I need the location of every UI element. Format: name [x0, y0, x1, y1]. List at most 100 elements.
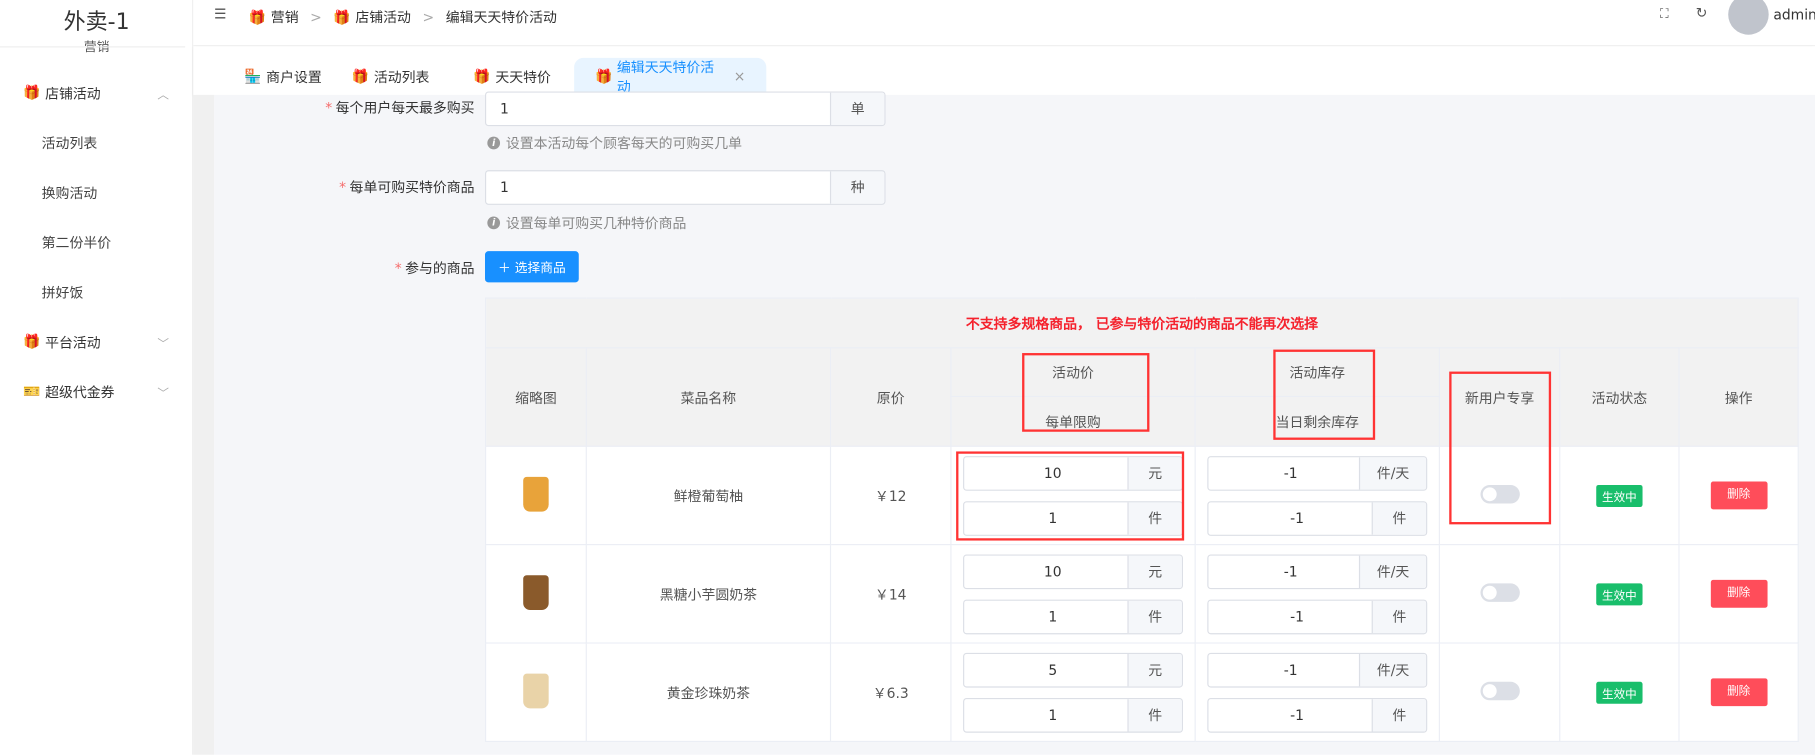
- menu-platform-activity[interactable]: 🎁 平台活动 ﹀: [23, 330, 173, 353]
- unit-addon: 元: [1127, 653, 1182, 686]
- divider: [0, 46, 186, 48]
- shop-gift-icon: 🎁: [23, 84, 41, 101]
- input-value[interactable]: 1: [964, 699, 1127, 731]
- product-thumbnail: [523, 574, 549, 610]
- delete-button[interactable]: 删除: [1710, 678, 1768, 707]
- unit-addon: 件: [1127, 501, 1182, 535]
- submenu-activity-list[interactable]: 活动列表: [42, 133, 98, 153]
- tab-label: 活动列表: [373, 68, 430, 86]
- app-logo: 外卖-1: [63, 9, 130, 35]
- thumb-cell: [485, 445, 587, 546]
- tab-daily-special[interactable]: 🎁 天天特价: [473, 58, 551, 95]
- tab-label: 商户设置: [266, 68, 322, 86]
- input-value[interactable]: -1: [1208, 699, 1371, 731]
- username[interactable]: admin: [1773, 7, 1815, 23]
- new-user-toggle[interactable]: [1479, 484, 1520, 503]
- top-header: ☰ 🎁 营销 > 🎁 店铺活动 > 编辑天天特价活动 ⛶ ↻ admin: [193, 0, 1815, 47]
- unit-addon: 件: [1371, 698, 1427, 731]
- delete-button[interactable]: 删除: [1710, 579, 1768, 608]
- tab-activity-list[interactable]: 🎁 活动列表: [352, 58, 430, 95]
- tab-label: 编辑天天特价活动: [616, 59, 715, 95]
- activity-price-input[interactable]: 10 元: [963, 553, 1183, 589]
- tab-edit-daily-special[interactable]: 🎁 编辑天天特价活动 ×: [574, 57, 767, 95]
- breadcrumb-item[interactable]: 店铺活动: [355, 7, 411, 27]
- input-value[interactable]: -1: [1208, 555, 1358, 587]
- submenu-group-meal[interactable]: 拼好饭: [42, 282, 84, 302]
- op-cell: 删除: [1678, 445, 1799, 546]
- input-value[interactable]: -1: [1208, 502, 1371, 534]
- stock-input[interactable]: -1 件/天: [1207, 455, 1428, 491]
- sidebar: 外卖-1 营销 🎁 店铺活动 ︿ 活动列表 换购活动 第二份半价 拼好饭 🎁 平台活动…: [0, 0, 194, 755]
- close-icon[interactable]: ×: [734, 68, 746, 84]
- product-name: 鲜橙葡萄柚: [585, 445, 832, 546]
- gift-icon: 🎁: [594, 68, 613, 85]
- product-thumbnail: [523, 476, 549, 512]
- op-cell: 删除: [1678, 642, 1799, 742]
- input-value[interactable]: 5: [964, 653, 1127, 685]
- submenu-second-half[interactable]: 第二份半价: [42, 233, 111, 253]
- op-cell: 删除: [1678, 544, 1799, 644]
- menu-label: 平台活动: [45, 333, 101, 351]
- unit-addon: 单: [829, 92, 885, 126]
- limit-input[interactable]: 1件: [963, 697, 1183, 733]
- thumb-cell: [485, 544, 587, 644]
- new-user-toggle[interactable]: [1479, 582, 1520, 602]
- col-new-user: 新用户专享: [1438, 347, 1561, 447]
- original-price: ￥12: [829, 445, 952, 546]
- max-per-day-input[interactable]: 1单: [485, 91, 886, 127]
- tab-label: 天天特价: [495, 68, 551, 86]
- price-cell: 10 元 1 件: [950, 445, 1196, 546]
- col-operation: 操作: [1678, 347, 1799, 447]
- input-value[interactable]: 1: [486, 93, 830, 125]
- refresh-icon[interactable]: ↻: [1696, 5, 1708, 21]
- input-value[interactable]: 1: [486, 171, 830, 203]
- gift-icon: 🎁: [351, 68, 370, 85]
- activity-price-input[interactable]: 5元: [963, 652, 1183, 687]
- unit-addon: 件/天: [1358, 653, 1427, 686]
- col-remain-stock: 当日剩余库存: [1194, 395, 1440, 447]
- input-value[interactable]: 10: [964, 555, 1127, 587]
- menu-store-activity[interactable]: 🎁 店铺活动 ︿: [23, 81, 173, 104]
- stock-input[interactable]: -1 件/天: [1207, 553, 1428, 589]
- input-value[interactable]: -1: [1208, 600, 1371, 632]
- table-row: 黄金珍珠奶茶 ￥6.3 5元1件 -1 件/天 -1 件 生效中 删除: [485, 642, 1799, 742]
- input-value[interactable]: -1: [1208, 457, 1358, 489]
- unit-addon: 元: [1127, 555, 1182, 588]
- limit-input[interactable]: 1件: [963, 500, 1183, 536]
- ticket-icon: 🎫: [23, 383, 41, 400]
- remain-stock-input[interactable]: -1 件: [1207, 697, 1428, 733]
- avatar[interactable]: [1728, 0, 1769, 35]
- activity-price-input[interactable]: 10 元: [963, 455, 1183, 491]
- delete-button[interactable]: 删除: [1710, 481, 1768, 510]
- input-value[interactable]: 1: [964, 502, 1127, 534]
- menu-label: 超级代金券: [45, 383, 115, 400]
- hint-per-order: i 设置每单可购买几种特价商品: [487, 213, 686, 233]
- submenu-exchange[interactable]: 换购活动: [42, 183, 98, 203]
- col-activity-stock: 活动库存: [1194, 347, 1440, 398]
- col-activity-price: 活动价: [950, 347, 1196, 398]
- form-label-per-order: * 每单可购买特价商品: [339, 179, 475, 196]
- menu-super-voucher[interactable]: 🎫 超级代金券 ﹀: [23, 380, 173, 403]
- limit-input[interactable]: 1件: [963, 599, 1183, 634]
- col-thumb: 缩略图: [485, 347, 587, 447]
- breadcrumb-current: 编辑天天特价活动: [445, 9, 557, 26]
- remain-stock-input[interactable]: -1 件: [1207, 599, 1428, 634]
- collapse-menu-icon[interactable]: ☰: [214, 6, 226, 22]
- stock-input[interactable]: -1 件/天: [1207, 652, 1428, 687]
- breadcrumb-item[interactable]: 营销: [271, 7, 299, 27]
- fullscreen-icon[interactable]: ⛶: [1660, 6, 1669, 22]
- remain-stock-input[interactable]: -1 件: [1207, 500, 1428, 536]
- tab-merchant-settings[interactable]: 🏪 商户设置: [244, 58, 322, 95]
- per-order-input[interactable]: 1种: [485, 170, 886, 205]
- original-price: ￥6.3: [829, 642, 952, 742]
- unit-addon: 件/天: [1358, 456, 1427, 490]
- col-limit: 每单限购: [950, 395, 1196, 447]
- select-goods-button[interactable]: ＋ 选择商品: [485, 251, 579, 283]
- input-value[interactable]: 1: [964, 600, 1127, 632]
- input-value[interactable]: -1: [1208, 653, 1358, 685]
- new-user-toggle[interactable]: [1479, 681, 1520, 700]
- unit-addon: 元: [1127, 456, 1182, 490]
- input-value[interactable]: 10: [964, 457, 1127, 489]
- price-cell: 5元 1件: [950, 642, 1196, 742]
- gift-icon: 🎁: [473, 68, 491, 85]
